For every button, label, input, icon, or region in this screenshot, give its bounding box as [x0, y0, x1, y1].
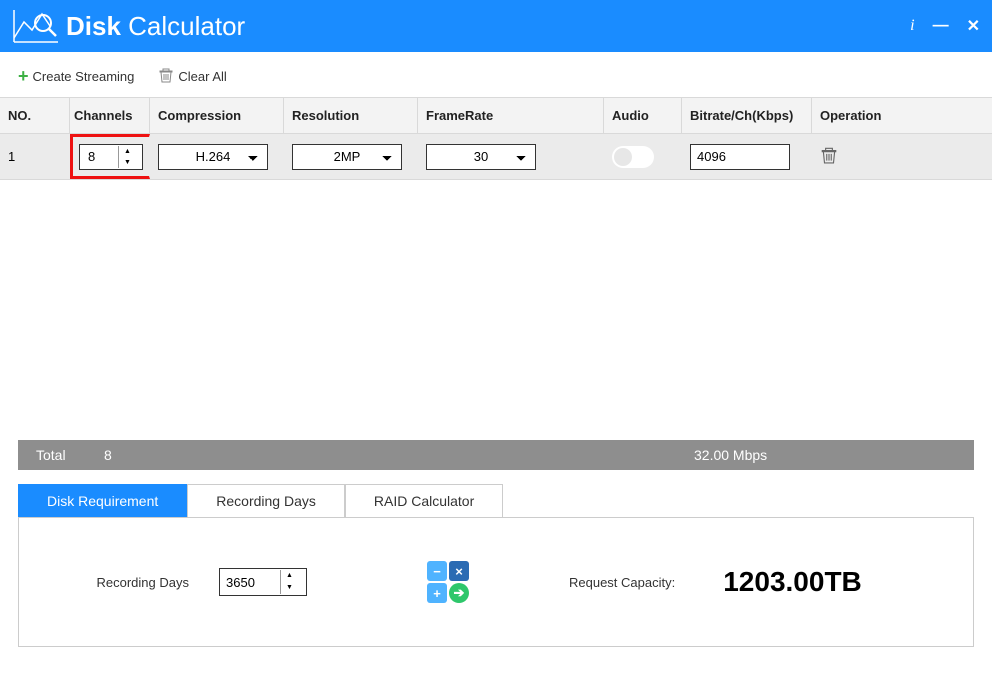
chart-search-icon — [12, 8, 60, 44]
table-row: 1 ▲▼ H.264 2MP 30 — [0, 134, 992, 180]
plus-icon: + — [18, 66, 29, 87]
col-channels: Channels — [70, 98, 150, 133]
col-no: NO. — [0, 98, 70, 133]
streams-grid: NO. Channels Compression Resolution Fram… — [0, 97, 992, 180]
minus-icon: − — [427, 561, 447, 581]
calculator-icon: − × + ➔ — [427, 561, 469, 603]
bitrate-input[interactable] — [690, 144, 790, 170]
recording-days-stepper[interactable]: ▲▼ — [219, 568, 307, 596]
tab-recording-days[interactable]: Recording Days — [187, 484, 345, 517]
audio-toggle[interactable] — [612, 146, 654, 168]
info-button[interactable]: i — [910, 17, 914, 35]
totals-bar: Total 8 32.00 Mbps — [18, 440, 974, 470]
resolution-select[interactable]: 2MP — [292, 144, 402, 170]
col-framerate: FrameRate — [418, 98, 604, 133]
chevron-up-icon[interactable]: ▲ — [281, 570, 298, 582]
create-streaming-label: Create Streaming — [33, 69, 135, 84]
delete-row-button[interactable] — [820, 146, 838, 167]
total-label: Total — [36, 447, 104, 463]
col-bitrate: Bitrate/Ch(Kbps) — [682, 98, 812, 133]
tab-disk-requirement[interactable]: Disk Requirement — [18, 484, 187, 517]
close-button[interactable]: ✕ — [967, 16, 980, 36]
col-operation: Operation — [812, 98, 992, 133]
app-title: Disk Calculator — [66, 11, 245, 42]
toolbar: + Create Streaming Clear All — [0, 52, 992, 97]
tabs: Disk Requirement Recording Days RAID Cal… — [18, 484, 974, 517]
app-logo: Disk Calculator — [12, 8, 245, 44]
total-channels: 8 — [104, 447, 694, 463]
request-capacity-value: 1203.00TB — [723, 566, 862, 598]
window-controls: i — ✕ — [910, 16, 980, 36]
compression-select[interactable]: H.264 — [158, 144, 268, 170]
grid-header: NO. Channels Compression Resolution Fram… — [0, 98, 992, 134]
chevron-up-icon[interactable]: ▲ — [119, 146, 136, 157]
trash-icon — [158, 67, 174, 86]
minimize-button[interactable]: — — [933, 17, 949, 35]
calc-section: Disk Requirement Recording Days RAID Cal… — [18, 484, 974, 647]
recording-days-label: Recording Days — [69, 575, 189, 590]
col-compression: Compression — [150, 98, 284, 133]
channels-input[interactable] — [80, 149, 118, 164]
chevron-down-icon[interactable]: ▼ — [119, 157, 136, 168]
chevron-down-icon[interactable]: ▼ — [281, 582, 298, 594]
create-streaming-button[interactable]: + Create Streaming — [18, 66, 134, 87]
channels-stepper[interactable]: ▲▼ — [79, 144, 143, 170]
trash-icon — [820, 146, 838, 164]
total-bitrate: 32.00 Mbps — [694, 447, 767, 463]
request-capacity-label: Request Capacity: — [569, 575, 675, 590]
recording-days-input[interactable] — [220, 575, 280, 590]
tab-raid-calculator[interactable]: RAID Calculator — [345, 484, 503, 517]
col-audio: Audio — [604, 98, 682, 133]
plus-icon: + — [427, 583, 447, 603]
titlebar: Disk Calculator i — ✕ — [0, 0, 992, 52]
grid-empty-area — [0, 180, 992, 440]
row-no: 1 — [0, 145, 70, 168]
col-resolution: Resolution — [284, 98, 418, 133]
framerate-select[interactable]: 30 — [426, 144, 536, 170]
clear-all-label: Clear All — [178, 69, 226, 84]
arrow-right-icon: ➔ — [449, 583, 469, 603]
tab-panel-disk: Recording Days ▲▼ − × + ➔ Request Capaci… — [18, 517, 974, 647]
channels-cell-highlight: ▲▼ — [70, 134, 150, 179]
clear-all-button[interactable]: Clear All — [158, 67, 226, 86]
multiply-icon: × — [449, 561, 469, 581]
